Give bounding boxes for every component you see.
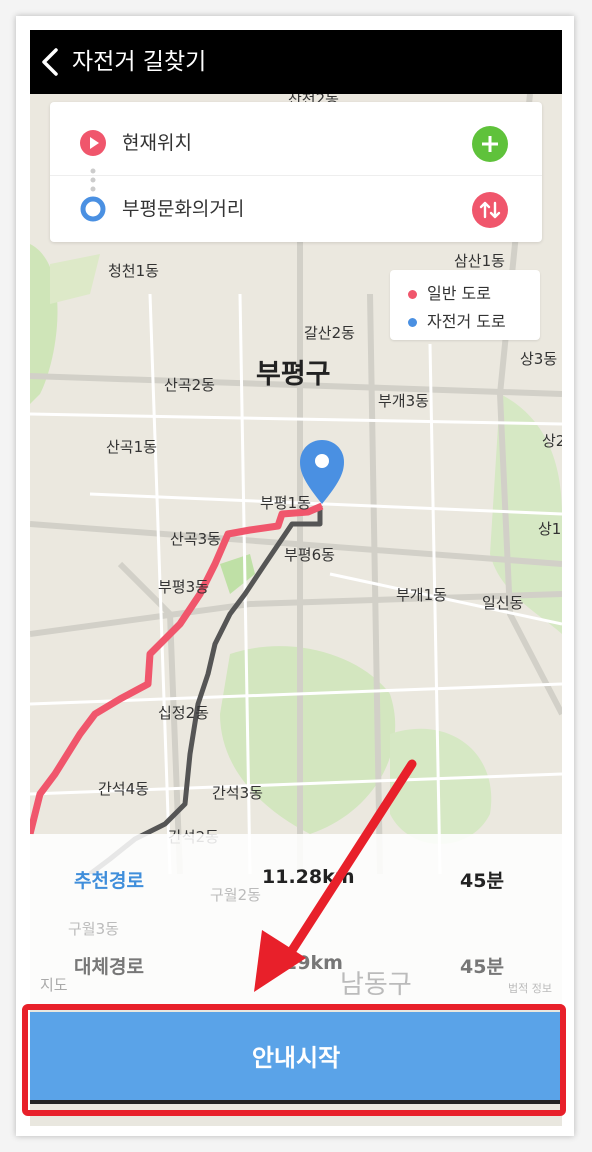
origin-input[interactable]: 현재위치 (122, 128, 192, 155)
map-label: 부평1동 (260, 494, 311, 512)
back-arrow-icon[interactable] (38, 44, 64, 80)
map-label: 부개1동 (396, 586, 447, 604)
route-time: 45분 (460, 870, 504, 892)
destination-row[interactable]: 부평문화의거리 (50, 175, 542, 240)
map-label: 산곡3동 (170, 530, 221, 548)
district-label: 부평구 (256, 359, 331, 390)
destination-circle-icon (80, 196, 106, 222)
route-options-panel: 구월2동 구월3동 남동구 지도 법적 정보 추천경로 11.28km 45분 … (30, 834, 562, 1004)
page-title: 자전거 길찾기 (72, 49, 207, 75)
legend-dot-icon (408, 290, 417, 299)
top-bar: 자전거 길찾기 (30, 30, 562, 94)
map-label: 산곡1동 (106, 438, 157, 456)
legend-item: 자전거 도로 (408, 308, 506, 332)
legend-dot-icon (408, 318, 417, 327)
origin-play-icon (80, 130, 106, 156)
map-label: 청천1동 (108, 262, 159, 280)
destination-input[interactable]: 부평문화의거리 (122, 194, 244, 221)
map-label: 간석4동 (98, 780, 149, 798)
map-label: 부평3동 (158, 578, 209, 596)
map-label: 십정2동 (158, 704, 209, 722)
route-name: 추천경로 (74, 870, 144, 892)
route-option-recommended[interactable]: 추천경로 11.28km 45분 (30, 848, 562, 908)
map-label: 상1 (538, 520, 562, 538)
route-distance: 11.28km (262, 866, 355, 888)
origin-row[interactable]: 현재위치 (50, 110, 542, 174)
legend-item: 일반 도로 (408, 280, 491, 304)
map-label: 부평6동 (284, 546, 335, 564)
route-distance: 29km (284, 952, 343, 974)
map-label: 갈산2동 (304, 324, 355, 342)
route-time: 45분 (460, 956, 504, 978)
map-label: 상3동 (520, 350, 558, 368)
map-legend: 일반 도로 자전거 도로 (390, 270, 540, 340)
route-name: 대체경로 (74, 956, 144, 978)
add-waypoint-icon[interactable] (472, 126, 508, 162)
map-label: 일신동 (482, 594, 524, 612)
map-label: 부개3동 (378, 392, 429, 410)
app-screen: 자전거 길찾기 잔천2동 삼산1동 청천1동 갈산2동 상3동 산곡2동 부개3… (30, 30, 562, 1126)
highlight-box (22, 1004, 566, 1116)
map-label: 삼산1동 (454, 252, 505, 270)
map-label: 상2 (542, 432, 562, 450)
map-label: 간석3동 (212, 784, 263, 802)
swap-icon[interactable] (472, 192, 508, 228)
map-label: 산곡2동 (164, 376, 215, 394)
route-search-card: 현재위치 부평문화의거리 (50, 102, 542, 242)
route-option-alternative[interactable]: 대체경로 29km 45분 (30, 934, 562, 994)
